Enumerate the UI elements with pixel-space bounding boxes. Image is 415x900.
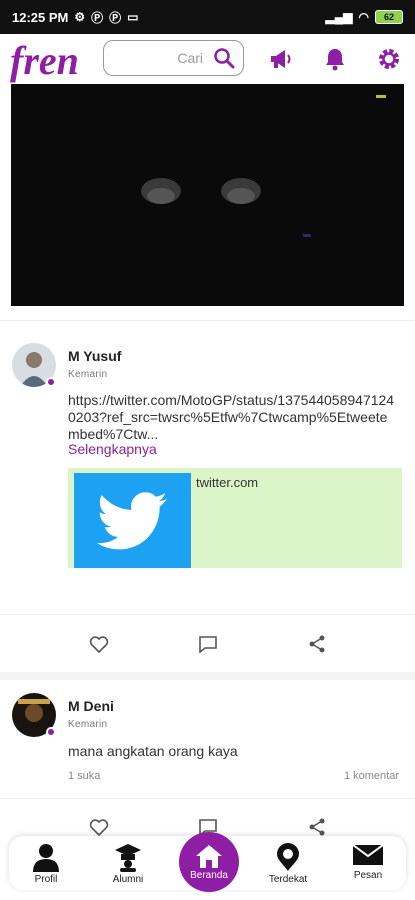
fren-logo[interactable]: fren [8,34,92,84]
home-icon [196,845,222,868]
status-time: 12:25 PM [12,9,69,25]
megaphone-icon [271,50,291,68]
post-author[interactable]: M Yusuf [68,348,121,364]
twitter-bird-icon [96,491,167,549]
post-actions [0,625,415,665]
online-indicator [46,727,56,737]
post-card: M Yusuf Kemarin https://twitter.com/Moto… [0,330,415,680]
search-icon[interactable] [213,47,235,69]
twitter-thumbnail [74,473,191,568]
location-pin-icon [277,843,299,871]
p-notification-icon: Ⓟ [109,10,122,25]
post-card: M Deni Kemarin mana angkatan orang kaya … [0,680,415,840]
video-frame [11,84,404,306]
nav-terdekat[interactable]: Terdekat [253,842,323,890]
svg-text:fren: fren [10,38,79,83]
comment-button[interactable] [197,633,219,655]
share-icon [309,818,325,836]
settings-notification-icon: ⚙ [74,10,86,24]
like-button[interactable] [88,816,110,838]
share-icon [309,635,325,653]
wifi-icon: ◠ [358,10,369,24]
envelope-icon [352,844,384,865]
nav-beranda[interactable]: Beranda [179,832,239,892]
status-bar: 12:25 PM ⚙ Ⓟ Ⓟ ▭ ▂▄▆ ◠ 62 [0,0,415,34]
battery-icon: 62 [375,10,403,24]
graduation-icon [115,844,141,872]
share-button[interactable] [306,816,328,838]
notifications-button[interactable] [320,44,350,74]
post-time: Kemarin [68,369,108,380]
comment-count[interactable]: 1 komentar [344,770,399,782]
post-author[interactable]: M Deni [68,698,114,714]
divider [0,320,415,321]
divider [0,614,415,615]
signal-icon: ▂▄▆ [325,10,353,24]
nav-label: Beranda [190,870,228,881]
gear-icon [379,49,399,69]
link-domain: twitter.com [196,475,259,490]
heart-icon [89,819,109,836]
post-separator [0,672,415,680]
link-preview-card[interactable]: twitter.com [68,468,402,568]
search-placeholder: Cari [177,50,203,66]
megaphone-button[interactable] [266,44,296,74]
post-text: https://twitter.com/MotoGP/status/137544… [68,392,395,442]
nav-label: Terdekat [268,874,308,885]
nav-pesan[interactable]: Pesan [333,842,403,890]
nav-label: Alumni [112,874,144,885]
settings-button[interactable] [374,44,404,74]
share-button[interactable] [306,633,328,655]
like-count[interactable]: 1 suka [68,770,100,782]
heart-icon [89,636,109,653]
nav-alumni[interactable]: Alumni [93,842,163,890]
p-notification-icon: Ⓟ [91,10,104,25]
read-more-link[interactable]: Selengkapnya [68,441,157,457]
search-input[interactable]: Cari [103,40,244,76]
video-player[interactable] [11,84,404,306]
divider [0,798,415,799]
laptop-notification-icon: ▭ [127,10,139,24]
nav-label: Profil [34,874,58,885]
nav-profil[interactable]: Profil [11,842,81,890]
bottom-navigation: Profil Alumni Beranda Terdekat Pesan [9,832,406,892]
online-indicator [46,377,56,387]
like-button[interactable] [88,633,110,655]
comment-icon [199,636,217,653]
nav-label: Pesan [353,870,383,881]
post-time: Kemarin [68,719,108,730]
post-text: mana angkatan orang kaya [68,743,238,759]
person-icon [33,844,59,872]
app-header: fren Cari [0,34,415,84]
bell-icon [326,49,344,71]
